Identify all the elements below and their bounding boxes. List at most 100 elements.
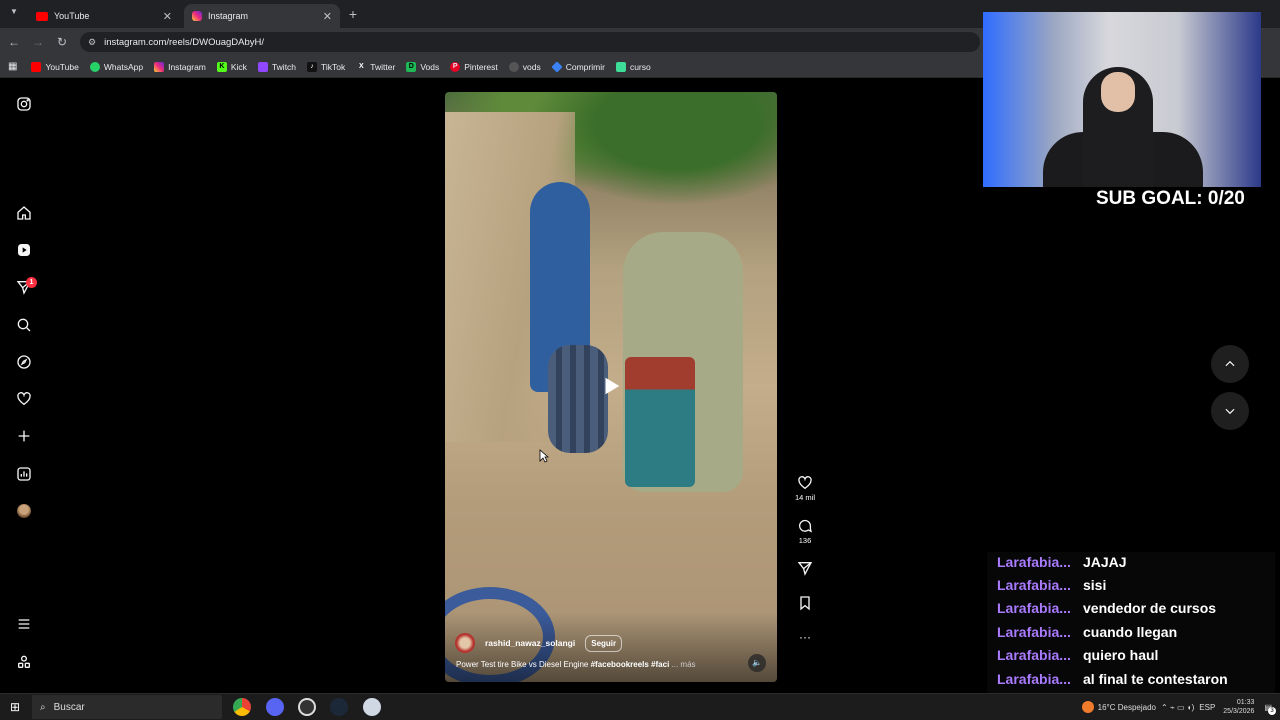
bookmark-instagram[interactable]: Instagram <box>154 61 206 72</box>
tab-youtube[interactable]: YouTube ✕ <box>28 4 180 28</box>
bookmark-pinterest[interactable]: P Pinterest <box>450 61 498 72</box>
chat-message: Larafabia... cuando llegan <box>997 624 1177 640</box>
notification-center-icon[interactable]: ▤ 3 <box>1264 703 1276 715</box>
tab-title: Instagram <box>208 11 249 21</box>
video-scene-tires <box>548 345 608 453</box>
heart-icon[interactable] <box>14 389 34 409</box>
bookmark-label: Pinterest <box>464 61 498 72</box>
chat-text: quiero haul <box>1083 647 1159 663</box>
windows-start-icon[interactable]: ⊞ <box>8 700 22 714</box>
bookmark-label: Instagram <box>168 61 206 72</box>
bookmark-youtube[interactable]: YouTube <box>31 61 79 72</box>
author-username[interactable]: rashid_nawaz_solangi <box>485 638 575 648</box>
tray-icons[interactable]: ⌃ ⌁ ▭ ◖) <box>1161 703 1194 712</box>
profile-avatar[interactable] <box>17 504 31 518</box>
webcam-overlay <box>983 12 1261 187</box>
play-icon[interactable] <box>600 375 622 397</box>
forward-icon[interactable]: → <box>30 34 46 50</box>
app-icon[interactable] <box>363 698 381 716</box>
discord-icon[interactable] <box>266 698 284 716</box>
reel-author-row: rashid_nawaz_solangi Seguir <box>455 632 623 654</box>
comment-icon <box>799 519 812 533</box>
vods-icon <box>508 61 519 72</box>
bookmark-label: YouTube <box>45 61 79 72</box>
chat-username: Larafabia... <box>997 624 1071 640</box>
previous-reel-button[interactable] <box>1211 345 1249 383</box>
new-tab-button[interactable]: + <box>344 5 362 23</box>
home-icon[interactable] <box>14 203 34 223</box>
like-button[interactable]: 14 mil <box>795 475 815 502</box>
address-bar[interactable]: ⚙ instagram.com/reels/DWOuagDAbyH/ <box>80 32 980 52</box>
author-avatar[interactable] <box>455 633 475 653</box>
dashboard-icon[interactable] <box>14 464 34 484</box>
bookmark-tiktok[interactable]: ♪ TikTok <box>307 61 345 72</box>
search-icon: ⌕ <box>40 701 46 713</box>
chat-username: Larafabia... <box>997 671 1071 687</box>
tab-search-icon[interactable]: ▼ <box>6 7 22 21</box>
chat-text: vendedor de cursos <box>1083 600 1217 616</box>
more-options-icon[interactable]: ··· <box>795 630 815 644</box>
taskbar-search[interactable]: ⌕ Buscar <box>32 695 222 719</box>
search-icon[interactable] <box>14 315 34 335</box>
whatsapp-icon <box>89 61 100 72</box>
weather-icon <box>1081 701 1094 713</box>
apps-grid-icon[interactable]: ▦ <box>8 61 17 72</box>
course-icon <box>615 61 626 72</box>
caption-more-link[interactable]: ... más <box>672 660 696 669</box>
chat-username: Larafabia... <box>997 600 1071 616</box>
volume-icon[interactable]: 🔈 <box>748 654 766 672</box>
instagram-sidebar <box>0 79 48 693</box>
chat-message: Larafabia... quiero haul <box>997 647 1158 663</box>
webcam-streamer-face <box>1101 72 1135 112</box>
bookmark-icon <box>800 596 810 611</box>
share-button[interactable] <box>795 560 815 578</box>
follow-button[interactable]: Seguir <box>585 634 623 652</box>
reel-video[interactable] <box>445 92 777 682</box>
next-reel-button[interactable] <box>1211 392 1249 430</box>
bookmark-curso[interactable]: curso <box>615 61 651 72</box>
bookmark-label: Twitter <box>370 61 396 72</box>
bookmark-comprimir[interactable]: Comprimir <box>551 60 605 73</box>
pinterest-icon: P <box>450 61 461 72</box>
youtube-icon <box>36 11 48 21</box>
back-icon[interactable]: ← <box>6 34 22 50</box>
reload-icon[interactable]: ↻ <box>54 34 70 50</box>
bookmark-vods[interactable]: D Vods <box>406 61 440 72</box>
bookmark-twitter[interactable]: X Twitter <box>356 62 395 72</box>
reel-caption[interactable]: Power Test tire Bike vs Diesel Engine #f… <box>456 660 706 669</box>
tab-instagram[interactable]: Instagram ✕ <box>184 4 340 28</box>
bookmark-label: Vods <box>420 61 440 72</box>
youtube-icon <box>31 61 42 72</box>
close-icon[interactable]: ✕ <box>163 10 172 23</box>
obs-icon[interactable] <box>298 698 316 716</box>
language-indicator[interactable]: ESP <box>1199 703 1215 712</box>
caption-text: Power Test tire Bike vs Diesel Engine <box>456 660 591 669</box>
site-info-icon[interactable]: ⚙ <box>88 37 96 48</box>
tiktok-icon: ♪ <box>307 61 318 72</box>
create-icon[interactable] <box>14 426 34 446</box>
stream-chat-overlay: Larafabia... JAJAJ Larafabia... sisi Laraf… <box>987 552 1275 712</box>
video-scene-engine <box>625 357 695 487</box>
bookmark-kick[interactable]: K Kick <box>216 61 247 72</box>
steam-icon[interactable] <box>330 698 348 716</box>
like-count: 14 mil <box>795 493 816 502</box>
clock[interactable]: 01:33 25/3/2026 <box>1223 698 1254 716</box>
bookmark-twitch[interactable]: Twitch <box>257 61 296 72</box>
comment-button[interactable]: 136 <box>795 518 815 545</box>
close-icon[interactable]: ✕ <box>323 10 332 23</box>
instagram-logo-icon[interactable] <box>14 94 34 114</box>
also-from-meta-icon[interactable] <box>14 652 34 672</box>
kick-icon: K <box>216 61 227 72</box>
clock-date: 25/3/2026 <box>1223 708 1255 715</box>
compress-icon <box>551 60 563 73</box>
bookmark-whatsapp[interactable]: WhatsApp <box>89 61 143 72</box>
bookmark-vods-2[interactable]: vods <box>508 61 541 72</box>
chrome-icon[interactable] <box>233 698 251 716</box>
explore-icon[interactable] <box>14 352 34 372</box>
save-button[interactable] <box>795 595 815 613</box>
menu-icon[interactable] <box>14 614 34 634</box>
chat-message: Larafabia... JAJAJ <box>997 554 1127 570</box>
reels-icon[interactable] <box>14 240 34 260</box>
caption-hashtags[interactable]: #facebookreels #faci <box>591 660 670 669</box>
weather-text[interactable]: 16°C Despejado <box>1098 703 1156 712</box>
